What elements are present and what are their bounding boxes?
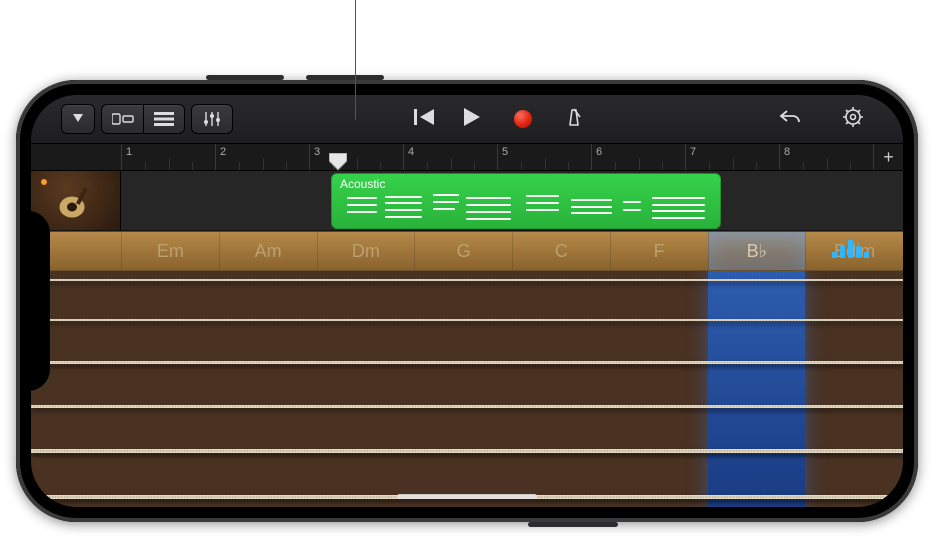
bar-number: 1 bbox=[126, 146, 132, 158]
record-button[interactable] bbox=[500, 110, 546, 128]
track-lane[interactable]: Acoustic bbox=[31, 171, 903, 231]
play-button[interactable] bbox=[450, 108, 494, 131]
add-section-button[interactable]: + bbox=[873, 144, 903, 170]
bar-number: 2 bbox=[220, 146, 226, 158]
bar-number: 4 bbox=[408, 146, 414, 158]
device-frame: 1 2 3 4 5 6 7 8 + bbox=[16, 80, 918, 522]
record-enable-indicator bbox=[41, 179, 47, 185]
bar-number: 6 bbox=[596, 146, 602, 158]
track-controls-button[interactable] bbox=[191, 104, 233, 134]
bar-number: 5 bbox=[502, 146, 508, 158]
garageband-app: 1 2 3 4 5 6 7 8 + bbox=[31, 95, 903, 507]
my-songs-button[interactable] bbox=[61, 104, 95, 134]
guitar-string[interactable] bbox=[31, 319, 903, 321]
chord-button[interactable]: Dm bbox=[317, 232, 415, 270]
settings-button[interactable] bbox=[819, 107, 873, 132]
chord-button[interactable]: Am bbox=[219, 232, 317, 270]
midi-preview bbox=[340, 194, 712, 228]
device-notch bbox=[24, 211, 50, 391]
tracks-view-button[interactable] bbox=[143, 104, 185, 134]
timeline-ruler[interactable]: 1 2 3 4 5 6 7 8 + bbox=[31, 143, 903, 171]
annotation-leader-line bbox=[355, 0, 356, 120]
guitar-string[interactable] bbox=[31, 449, 903, 453]
guitar-icon bbox=[54, 179, 98, 223]
chord-button[interactable]: F bbox=[610, 232, 708, 270]
midi-region[interactable]: Acoustic bbox=[331, 173, 721, 229]
playhead[interactable] bbox=[329, 153, 347, 171]
active-chord-column-highlight bbox=[708, 271, 806, 507]
control-bar bbox=[31, 95, 903, 143]
fretboard-strings[interactable] bbox=[31, 271, 903, 507]
home-indicator[interactable] bbox=[397, 494, 537, 499]
chord-button[interactable]: C bbox=[512, 232, 610, 270]
chord-strip: Em Am Dm G C F B♭ Bdim bbox=[31, 231, 903, 271]
chord-button[interactable]: Em bbox=[121, 232, 219, 270]
guitar-string[interactable] bbox=[31, 361, 903, 364]
guitar-string[interactable] bbox=[31, 279, 903, 281]
guitar-string[interactable] bbox=[31, 405, 903, 408]
instrument-browser-button[interactable] bbox=[101, 104, 143, 134]
autoplay-indicator-icon[interactable] bbox=[832, 240, 869, 258]
bar-number: 7 bbox=[690, 146, 696, 158]
undo-button[interactable] bbox=[767, 109, 813, 130]
region-name: Acoustic bbox=[332, 174, 720, 194]
bar-number: 8 bbox=[784, 146, 790, 158]
go-to-beginning-button[interactable] bbox=[404, 109, 444, 130]
view-toggle-group bbox=[101, 104, 185, 134]
chord-button-active[interactable]: B♭ bbox=[708, 232, 806, 270]
chord-button[interactable]: G bbox=[414, 232, 512, 270]
metronome-button[interactable] bbox=[552, 107, 596, 132]
bar-number: 3 bbox=[314, 146, 320, 158]
